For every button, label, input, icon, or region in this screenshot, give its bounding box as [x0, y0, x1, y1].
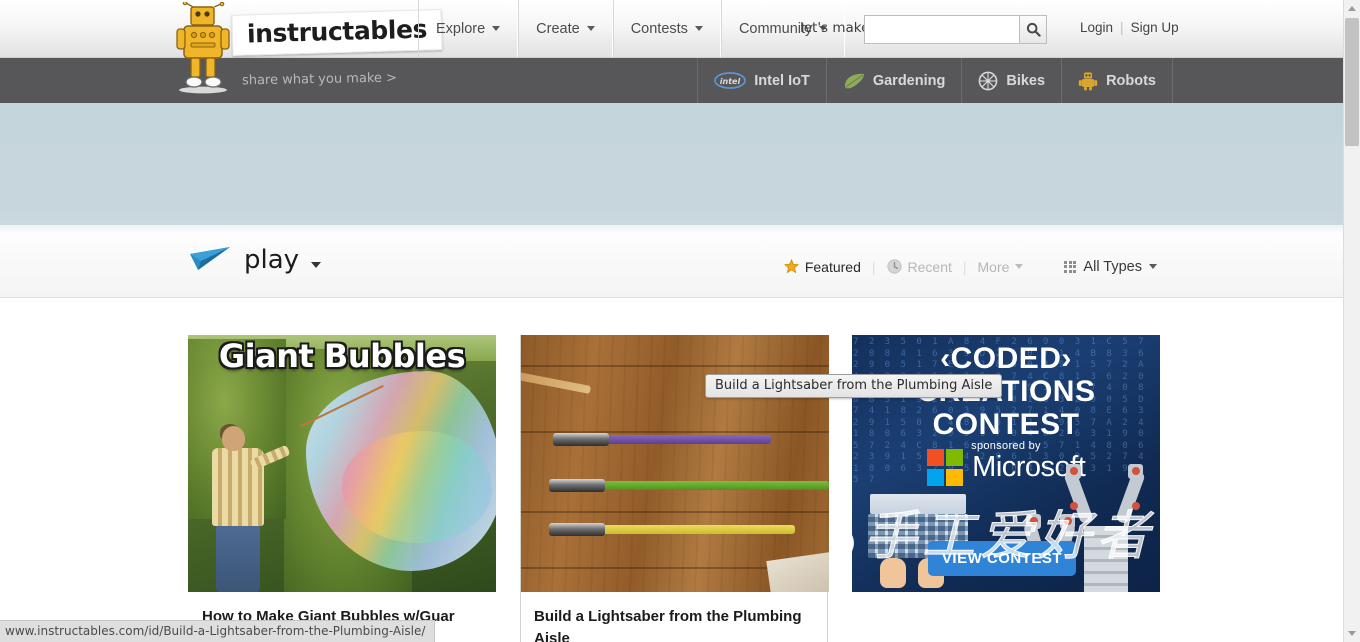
chevron-down-icon[interactable] — [311, 262, 322, 268]
filter-separator: | — [871, 258, 876, 275]
all-types-label: All Types — [1083, 258, 1142, 275]
lightsaber-purple — [553, 433, 771, 446]
leaf-icon — [843, 72, 865, 90]
nav-item-label: Explore — [436, 20, 486, 37]
hero-banner — [0, 103, 1343, 225]
auth-separator: | — [1120, 20, 1124, 35]
scrollbar-thumb[interactable] — [1345, 18, 1359, 146]
lightsaber-green — [549, 479, 829, 492]
grid-icon — [1064, 260, 1077, 273]
watermark-text: 手工爱好者 — [864, 506, 1154, 568]
lightsaber-yellow — [549, 523, 795, 536]
bike-wheel-icon — [978, 71, 998, 91]
search-input[interactable] — [864, 15, 1019, 44]
filter-separator: | — [962, 258, 967, 275]
channel-intel-iot[interactable]: intel Intel IoT — [697, 58, 826, 103]
card-giant-bubbles[interactable]: Giant Bubbles How to Make Giant Bubbles … — [188, 335, 496, 642]
channel-label: Robots — [1106, 72, 1156, 89]
bubble-photo-person — [206, 422, 291, 592]
card-grid: Giant Bubbles How to Make Giant Bubbles … — [188, 335, 1160, 642]
robot-mascot-icon — [176, 2, 230, 94]
clock-icon — [886, 259, 902, 274]
nav-item-label: Create — [536, 20, 580, 37]
main-nav: Explore Create Contests Community — [418, 0, 846, 57]
intel-logo-icon: intel — [714, 72, 747, 89]
channel-label: Intel IoT — [754, 72, 810, 89]
robot-icon — [1078, 71, 1098, 91]
search-icon — [1026, 22, 1041, 37]
wechat-icon — [852, 502, 860, 568]
page-scrollbar[interactable] — [1343, 0, 1360, 642]
chevron-down-icon — [492, 26, 501, 31]
site-header: instructables Explore Create Contests Co… — [0, 0, 1343, 94]
search-form — [864, 15, 1047, 44]
card-title[interactable]: Build a Lightsaber from the Plumbing Ais… — [521, 592, 827, 642]
card-thumbnail[interactable]: Giant Bubbles — [188, 335, 496, 592]
scroll-up-button[interactable] — [1344, 0, 1360, 17]
login-link[interactable]: Login — [1080, 20, 1113, 35]
filter-controls: Featured | Recent | More All Types — [783, 235, 1157, 298]
filter-label: More — [977, 258, 1010, 275]
channel-label: Bikes — [1006, 72, 1046, 89]
auth-links: Login | Sign Up — [1080, 20, 1179, 35]
link-tooltip: Build a Lightsaber from the Plumbing Ais… — [705, 374, 1003, 398]
ad-line-3: CONTEST — [932, 408, 1080, 441]
channel-robots[interactable]: Robots — [1061, 58, 1173, 103]
filter-more[interactable]: More — [978, 259, 1024, 275]
card-image-caption: Giant Bubbles — [218, 337, 466, 375]
all-types-dropdown[interactable]: All Types — [1064, 259, 1157, 275]
browser-page: instructables Explore Create Contests Co… — [0, 0, 1360, 642]
filter-label: Featured — [804, 258, 861, 275]
filter-featured[interactable]: Featured — [783, 258, 861, 275]
channel-gardening[interactable]: Gardening — [825, 58, 962, 103]
site-tagline: share what you make > — [241, 70, 398, 89]
chevron-down-icon — [1015, 264, 1024, 269]
channel-label: Gardening — [872, 72, 946, 89]
filter-recent[interactable]: Recent — [886, 258, 952, 275]
nav-item-explore[interactable]: Explore — [418, 0, 519, 57]
chevron-down-icon — [1149, 264, 1157, 269]
logo-wordmark: instructables — [231, 9, 443, 56]
nav-item-label: Contests — [630, 20, 688, 37]
nav-item-contests[interactable]: Contests — [612, 0, 721, 57]
nav-item-create[interactable]: Create — [518, 0, 613, 57]
search-button[interactable] — [1019, 15, 1047, 44]
wechat-watermark: 手工爱好者 — [852, 502, 1154, 568]
scroll-down-button[interactable] — [1344, 625, 1360, 642]
channel-title-block[interactable]: play — [188, 245, 322, 275]
page-title: play — [244, 245, 300, 275]
star-icon — [783, 259, 799, 274]
channel-bikes[interactable]: Bikes — [961, 58, 1061, 103]
chevron-down-icon — [586, 26, 595, 31]
hero-fade — [0, 225, 1343, 235]
channel-links: intel Intel IoT Gardening Bikes Robots — [697, 58, 1173, 103]
filter-label: Recent — [907, 258, 952, 275]
signup-link[interactable]: Sign Up — [1131, 20, 1179, 35]
ad-line-1: ‹CODED› — [940, 342, 1072, 375]
card-title — [852, 592, 1160, 606]
status-bar-url: www.instructables.com/id/Build-a-Lightsa… — [0, 620, 436, 642]
microsoft-logo-icon — [926, 449, 964, 486]
svg-text:intel: intel — [720, 77, 741, 86]
lets-make-label: let's make — [800, 20, 870, 36]
chevron-down-icon — [694, 26, 703, 31]
bubble-film-highlight — [342, 431, 492, 543]
logo-text: instructables — [246, 14, 428, 49]
paper-airplane-icon — [190, 247, 230, 270]
channel-title-row: play Featured | Recent | More All Types — [0, 235, 1343, 298]
